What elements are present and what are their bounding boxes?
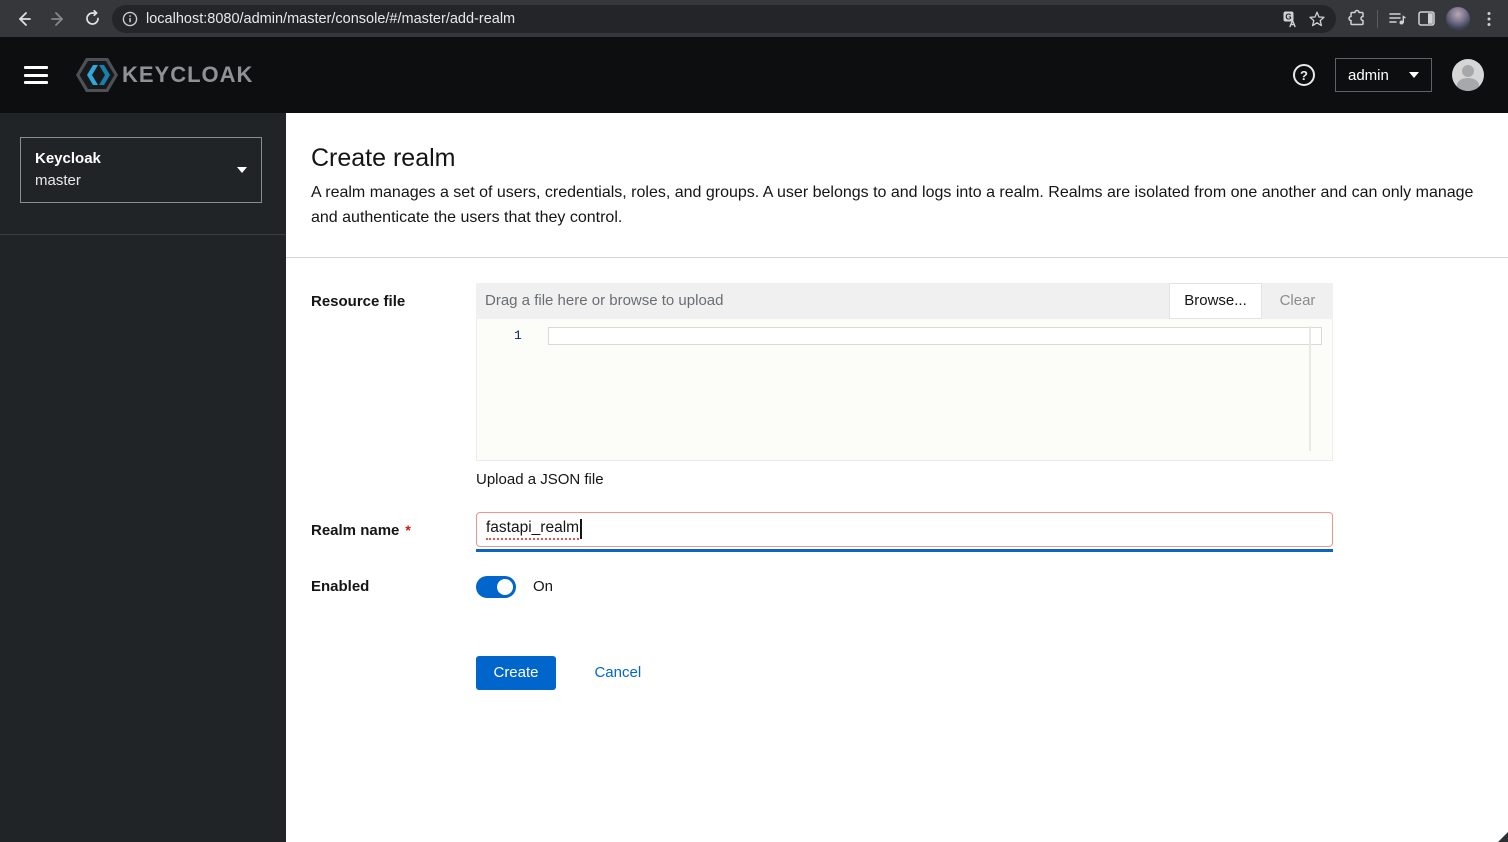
file-upload-placeholder: Drag a file here or browse to upload bbox=[485, 292, 724, 310]
realm-selector-current: master bbox=[35, 172, 81, 190]
realm-selector-title: Keycloak bbox=[35, 150, 101, 167]
cancel-link[interactable]: Cancel bbox=[594, 656, 641, 690]
chevron-down-icon bbox=[237, 166, 247, 173]
main-content: Create realm A realm manages a set of us… bbox=[286, 113, 1508, 842]
browser-profile-avatar[interactable] bbox=[1446, 6, 1470, 31]
upload-helper-text: Upload a JSON file bbox=[476, 470, 604, 488]
chevron-down-icon bbox=[1409, 72, 1419, 78]
json-code-editor[interactable]: 1 bbox=[476, 318, 1333, 461]
realm-selector-dropdown[interactable]: Keycloak master bbox=[20, 137, 262, 203]
browser-menu-kebab-icon[interactable] bbox=[1480, 10, 1498, 28]
realm-name-row: Realm name * fastapi_realm bbox=[311, 511, 1508, 552]
enabled-label: Enabled bbox=[311, 578, 370, 596]
media-queue-icon[interactable] bbox=[1388, 9, 1407, 28]
realm-name-input[interactable]: fastapi_realm bbox=[476, 511, 1333, 547]
editor-line-number: 1 bbox=[514, 327, 522, 343]
toolbar-divider bbox=[1377, 9, 1378, 28]
realm-name-label: Realm name * bbox=[311, 512, 476, 552]
keycloak-logo-icon bbox=[76, 58, 118, 92]
editor-active-line[interactable] bbox=[548, 326, 1322, 345]
text-cursor bbox=[580, 519, 582, 540]
user-avatar[interactable] bbox=[1452, 59, 1484, 91]
page-description: A realm manages a set of users, credenti… bbox=[311, 184, 1474, 226]
site-info-icon[interactable] bbox=[122, 11, 138, 27]
editor-scrollbar[interactable] bbox=[1309, 325, 1311, 451]
sidebar: Keycloak master bbox=[0, 113, 286, 842]
clear-button[interactable]: Clear bbox=[1262, 283, 1333, 319]
create-realm-form: Resource file Drag a file here or browse… bbox=[286, 258, 1508, 690]
brand-text: KEYCLOAK bbox=[122, 62, 254, 87]
create-button[interactable]: Create bbox=[476, 655, 556, 690]
browser-toolbar: localhost:8080/admin/master/console/#/ma… bbox=[0, 0, 1508, 37]
bookmark-star-icon[interactable] bbox=[1308, 10, 1326, 28]
masthead: KEYCLOAK ? admin bbox=[0, 37, 1508, 113]
keycloak-logo: KEYCLOAK bbox=[74, 54, 253, 96]
extensions-icon[interactable] bbox=[1348, 9, 1367, 28]
file-upload-dropzone[interactable]: Drag a file here or browse to upload bbox=[476, 283, 1169, 319]
user-menu-label: admin bbox=[1348, 66, 1389, 84]
url-text: localhost:8080/admin/master/console/#/ma… bbox=[146, 10, 516, 27]
required-indicator: * bbox=[405, 521, 411, 538]
enabled-state-text: On bbox=[533, 578, 554, 596]
sidebar-divider bbox=[0, 234, 286, 235]
help-icon[interactable]: ? bbox=[1293, 64, 1315, 86]
page-title: Create realm bbox=[311, 144, 456, 172]
actions-spacer bbox=[311, 656, 476, 690]
browse-button[interactable]: Browse... bbox=[1169, 282, 1262, 319]
side-panel-icon[interactable] bbox=[1417, 9, 1436, 28]
realm-name-label-text: Realm name bbox=[311, 521, 400, 539]
svg-text:G: G bbox=[1285, 12, 1291, 21]
browser-actions bbox=[1342, 6, 1498, 31]
input-focus-underline bbox=[476, 548, 1333, 552]
realm-name-value: fastapi_realm bbox=[486, 519, 580, 540]
nav-toggle-hamburger-icon[interactable] bbox=[24, 66, 48, 84]
resource-file-row: Resource file Drag a file here or browse… bbox=[311, 282, 1508, 488]
resource-file-label: Resource file bbox=[311, 292, 406, 310]
actions-row: Create Cancel bbox=[311, 655, 1508, 690]
address-bar[interactable]: localhost:8080/admin/master/console/#/ma… bbox=[112, 4, 1336, 33]
forward-icon[interactable] bbox=[44, 5, 72, 33]
enabled-toggle[interactable] bbox=[476, 575, 516, 598]
user-menu-dropdown[interactable]: admin bbox=[1335, 58, 1432, 92]
back-icon[interactable] bbox=[10, 5, 38, 33]
window-resize-grip bbox=[1498, 832, 1508, 842]
reload-icon[interactable] bbox=[78, 5, 106, 33]
translate-icon[interactable]: G bbox=[1282, 10, 1300, 28]
enabled-row: Enabled On bbox=[311, 575, 1508, 598]
file-upload-bar: Drag a file here or browse to upload Bro… bbox=[476, 282, 1333, 319]
